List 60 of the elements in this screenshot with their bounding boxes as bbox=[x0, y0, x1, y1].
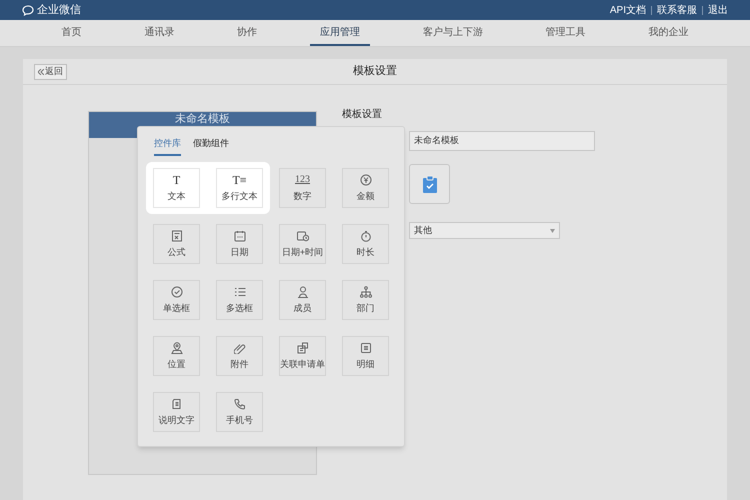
dropdown-arrow-icon bbox=[550, 228, 555, 232]
clipboard-icon bbox=[422, 176, 436, 192]
header-link[interactable]: 联系客服 bbox=[657, 2, 697, 18]
person-icon bbox=[296, 286, 308, 298]
calendar-clock-icon bbox=[296, 230, 308, 242]
stopwatch-icon bbox=[360, 230, 372, 242]
nav-tab[interactable]: 协作 bbox=[227, 20, 268, 46]
control-tile[interactable]: 日期+时间 bbox=[279, 224, 326, 264]
control-tile[interactable]: 123 数字 bbox=[279, 168, 326, 208]
name-field[interactable]: 未命名模板 bbox=[409, 131, 595, 151]
control-tile[interactable]: 部门 bbox=[342, 280, 389, 320]
note-icon bbox=[170, 398, 182, 410]
control-tile[interactable]: 单选框 bbox=[153, 280, 200, 320]
control-tile[interactable]: 时长 bbox=[342, 224, 389, 264]
nav-tab[interactable]: 管理工具 bbox=[536, 20, 596, 46]
control-tile[interactable]: 多选框 bbox=[216, 280, 263, 320]
linked-form-icon bbox=[296, 342, 308, 354]
checklist-icon bbox=[234, 286, 246, 298]
control-tile[interactable]: 关联申请单 bbox=[279, 336, 326, 376]
page-title: 模板设置 bbox=[353, 64, 397, 80]
app-name: 企业微信 bbox=[37, 2, 81, 18]
control-tile[interactable]: 明细 bbox=[342, 336, 389, 376]
control-tile[interactable]: 附件 bbox=[216, 336, 263, 376]
control-tile[interactable]: 说明文字 bbox=[153, 392, 200, 432]
settings-heading: 模板设置 bbox=[342, 108, 383, 122]
double-chevron-icon bbox=[38, 68, 44, 74]
glyph-icon: T bbox=[172, 174, 180, 186]
control-tile[interactable]: 成员 bbox=[279, 280, 326, 320]
yen-coin-icon bbox=[360, 174, 372, 186]
calendar-icon bbox=[234, 230, 246, 242]
map-pin-icon bbox=[170, 342, 182, 354]
nav-tab[interactable]: 通讯录 bbox=[134, 20, 184, 46]
icon-picker[interactable] bbox=[409, 164, 450, 204]
chat-bubble-icon bbox=[22, 4, 34, 16]
nav-tab[interactable]: 我的企业 bbox=[638, 20, 698, 46]
nav-tab[interactable]: 客户与上下游 bbox=[412, 20, 493, 46]
control-tile[interactable]: T≡ 多行文本 bbox=[216, 168, 263, 208]
header-link[interactable]: 退出 bbox=[708, 2, 728, 18]
list-document-icon bbox=[360, 342, 372, 354]
select-value: 其他 bbox=[414, 224, 432, 237]
paperclip-icon bbox=[234, 342, 246, 354]
control-tile[interactable]: 公式 bbox=[153, 224, 200, 264]
category-select[interactable]: 其他 bbox=[409, 222, 560, 239]
org-chart-icon bbox=[360, 286, 372, 298]
calculator-icon bbox=[170, 230, 182, 242]
nav-tab[interactable]: 应用管理 bbox=[310, 20, 370, 46]
popover-tab[interactable]: 控件库 bbox=[154, 137, 181, 156]
phone-icon bbox=[234, 398, 246, 410]
check-circle-icon bbox=[170, 286, 182, 298]
back-button[interactable]: 返回 bbox=[34, 64, 67, 80]
popover-tab[interactable]: 假勤组件 bbox=[193, 137, 229, 156]
control-tile[interactable]: 位置 bbox=[153, 336, 200, 376]
control-tile[interactable]: T 文本 bbox=[153, 168, 200, 208]
control-tile[interactable]: 手机号 bbox=[216, 392, 263, 432]
glyph-icon: 123 bbox=[295, 174, 310, 186]
header-link[interactable]: API文档 bbox=[610, 2, 646, 18]
nav-tab[interactable]: 首页 bbox=[51, 20, 92, 46]
glyph-icon: T≡ bbox=[232, 174, 247, 186]
control-tile[interactable]: 金额 bbox=[342, 168, 389, 208]
control-tile[interactable]: 日期 bbox=[216, 224, 263, 264]
